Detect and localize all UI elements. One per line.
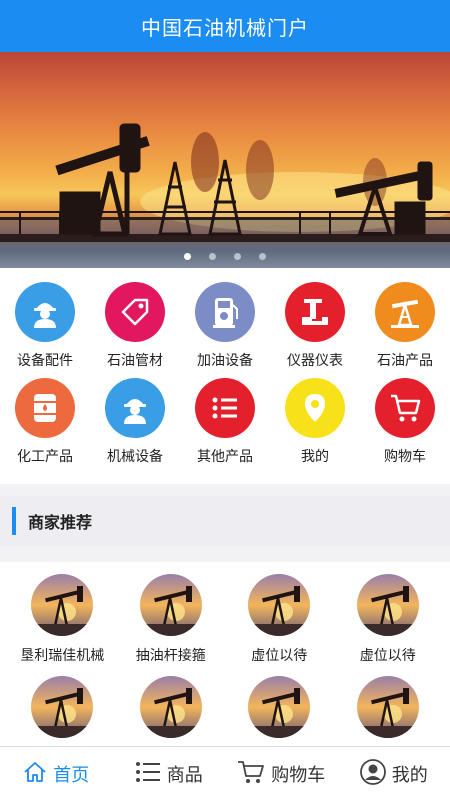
category-other[interactable]: 其他产品 (180, 378, 270, 474)
section-title: 商家推荐 (28, 513, 93, 532)
fuel-pump-icon (195, 282, 255, 342)
merchant-avatar (248, 574, 311, 636)
worker-icon (105, 378, 165, 438)
category-grid: 设备配件 石油管材 加油设备 仪器仪表 石油产品 化工产品 机械设备 其他产品 … (0, 268, 450, 484)
category-fuel-equipment[interactable]: 加油设备 (180, 282, 270, 378)
app-header: 中国石油机械门户 (0, 0, 450, 52)
list-icon (135, 761, 161, 787)
category-label: 设备配件 (17, 353, 73, 369)
home-icon (23, 760, 47, 788)
category-machinery[interactable]: 机械设备 (90, 378, 180, 474)
user-icon (359, 758, 386, 789)
carousel-dot[interactable] (209, 253, 216, 260)
cart-icon (237, 759, 265, 789)
bottom-tab-bar: 首页 商品 购物车 我的 (0, 746, 450, 800)
page-title: 中国石油机械门户 (141, 15, 309, 40)
merchant-avatar (248, 676, 311, 738)
merchant-avatar (31, 574, 94, 636)
barrel-icon (15, 378, 75, 438)
category-chemicals[interactable]: 化工产品 (0, 378, 90, 474)
merchant-card[interactable]: 虚位以待 (336, 574, 440, 665)
category-label: 加油设备 (197, 353, 253, 369)
location-pin-icon (285, 378, 345, 438)
merchant-avatar (356, 676, 419, 738)
category-label: 机械设备 (107, 449, 163, 465)
category-equipment-parts[interactable]: 设备配件 (0, 282, 90, 378)
oilfield-banner-image (0, 123, 450, 268)
list-icon (195, 378, 255, 438)
category-oil-products[interactable]: 石油产品 (360, 282, 450, 378)
section-header: 商家推荐 (0, 496, 450, 546)
banner-carousel[interactable] (0, 52, 450, 268)
instrument-icon (285, 282, 345, 342)
merchant-avatar (139, 574, 202, 636)
category-mine[interactable]: 我的 (270, 378, 360, 474)
category-label: 石油管材 (107, 353, 163, 369)
category-label: 仪器仪表 (287, 353, 343, 369)
merchant-avatar (139, 676, 202, 738)
tab-home[interactable]: 首页 (0, 747, 113, 800)
merchant-name: 抽油杆接箍 (135, 648, 206, 664)
merchant-card[interactable]: 虚位以待 (227, 574, 331, 665)
merchant-name: 虚位以待 (359, 648, 416, 664)
category-label: 化工产品 (17, 449, 73, 465)
tag-icon (105, 282, 165, 342)
tab-cart[interactable]: 购物车 (225, 747, 338, 800)
tab-mine[interactable]: 我的 (338, 747, 450, 800)
merchant-card[interactable] (336, 676, 440, 747)
category-label: 我的 (301, 449, 329, 465)
oil-derrick-icon (375, 282, 435, 342)
tab-label: 首页 (53, 764, 90, 786)
tab-products[interactable]: 商品 (113, 747, 226, 800)
category-label: 石油产品 (377, 353, 433, 369)
merchant-list: 垦利瑞佳机械 抽油杆接箍 虚位以待 虚位以待 (0, 562, 450, 746)
merchant-avatar (31, 676, 94, 738)
merchant-card[interactable]: 垦利瑞佳机械 (10, 574, 114, 665)
merchant-card[interactable] (10, 676, 114, 747)
cart-icon (375, 378, 435, 438)
merchant-name: 垦利瑞佳机械 (20, 648, 105, 664)
merchant-card[interactable]: 抽油杆接箍 (119, 574, 223, 665)
tab-label: 购物车 (271, 764, 326, 786)
carousel-dot[interactable] (234, 253, 241, 260)
merchant-card[interactable] (227, 676, 331, 747)
merchant-name: 虚位以待 (251, 648, 308, 664)
section-accent-bar (12, 507, 16, 535)
carousel-dots[interactable] (0, 253, 450, 260)
category-instruments[interactable]: 仪器仪表 (270, 282, 360, 378)
tab-label: 商品 (166, 764, 203, 786)
category-label: 其他产品 (197, 449, 253, 465)
category-label: 购物车 (384, 449, 426, 465)
merchant-card[interactable] (119, 676, 223, 747)
category-cart[interactable]: 购物车 (360, 378, 450, 474)
worker-icon (15, 282, 75, 342)
carousel-dot[interactable] (184, 253, 191, 260)
category-oil-pipes[interactable]: 石油管材 (90, 282, 180, 378)
tab-label: 我的 (391, 764, 428, 786)
merchant-avatar (356, 574, 419, 636)
carousel-dot[interactable] (259, 253, 266, 260)
